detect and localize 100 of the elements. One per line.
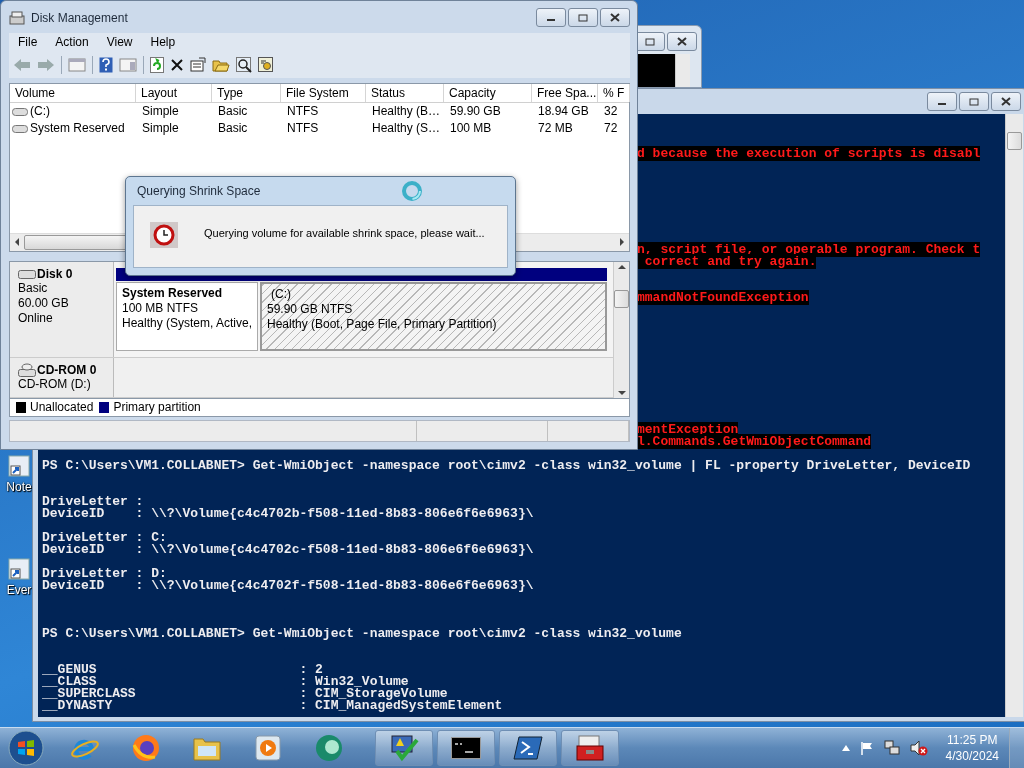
column-header[interactable]: Type (212, 83, 281, 102)
restore-icon (645, 37, 655, 46)
drive-icon (12, 106, 28, 116)
scroll-thumb[interactable] (614, 289, 629, 308)
close-icon (677, 37, 687, 46)
console-text: PS C:\Users\VM1.COLLABNET> Get-WmiObject -namespace root\cimv2 -class win32_volume | FL -property DriveLetter, DeviceID (42, 458, 971, 473)
disk-label-panel[interactable]: Disk 0 Basic 60.00 GB Online (10, 261, 114, 357)
taskbar-button[interactable] (437, 730, 495, 766)
table-cell: 72 (604, 121, 618, 136)
console-area (635, 54, 675, 87)
table-cell: (C:) (30, 104, 50, 119)
clock-date[interactable]: 4/30/2024 (945, 748, 999, 764)
disk-name: CD-ROM 0 (37, 362, 97, 377)
desktop-icon-label[interactable]: Ever (6, 583, 32, 597)
column-header[interactable]: File System (281, 83, 366, 102)
start-button[interactable] (8, 730, 44, 766)
console-text: DeviceID : \\?\Volume{c4c4702b-f508-11ed-8b83-806e6f6e6963}\ (42, 506, 534, 521)
column-header[interactable]: Status (366, 83, 444, 102)
scrollbar[interactable] (1005, 114, 1023, 717)
taskbar-button[interactable] (499, 730, 557, 766)
disk-info: Basic (18, 280, 48, 295)
toolbox-icon (575, 734, 605, 762)
taskbar-button[interactable] (375, 730, 433, 766)
speaker-muted-icon[interactable] (909, 740, 928, 756)
taskbar-button[interactable] (561, 730, 619, 766)
fox-browser-icon[interactable] (131, 733, 161, 763)
table-cell: 18.94 GB (538, 104, 589, 119)
table-cell: Basic (218, 104, 248, 119)
table-cell: 59.90 GB (450, 104, 501, 119)
powershell-icon (513, 735, 543, 761)
scroll-thumb[interactable] (1007, 132, 1022, 150)
flag-icon[interactable] (859, 741, 874, 755)
shortcut-icon[interactable] (8, 455, 30, 477)
table-cell: NTFS (287, 121, 319, 136)
scrollbar[interactable] (675, 54, 690, 87)
disk-name: Disk 0 (37, 266, 73, 281)
folder-icon[interactable] (212, 57, 230, 72)
table-cell: Simple (142, 121, 179, 136)
column-header[interactable]: Layout (136, 83, 212, 102)
close-button[interactable] (600, 8, 630, 28)
caret-up-icon[interactable] (841, 745, 850, 751)
disk-label-panel[interactable]: CD-ROM 0 CD-ROM (D:) (10, 357, 114, 397)
media-player-icon[interactable] (253, 734, 283, 762)
command-prompt-icon (451, 737, 481, 759)
legend-label: Unallocated (30, 400, 94, 415)
magnifier-icon[interactable] (236, 56, 252, 73)
error-text: correct and try again. (637, 254, 817, 269)
dialog-title: Querying Shrink Space (137, 184, 261, 198)
menu-item[interactable]: File (9, 35, 47, 50)
console-text: DriveLetter : (42, 494, 144, 509)
console-text: DeviceID : \\?\Volume{c4c4702f-f508-11ed-8b83-806e6f6e6963}\ (42, 578, 534, 593)
error-text: d because the execution of scripts is disabl (637, 146, 981, 161)
network-icon[interactable] (883, 740, 900, 756)
table-cell: 32 (604, 104, 618, 119)
table-cell: System Reserved (30, 121, 125, 136)
desktop-icon-label[interactable]: Note (6, 480, 32, 494)
restore-icon (578, 13, 588, 22)
table-cell: Healthy (B… (372, 104, 441, 119)
column-header[interactable]: Volume (10, 83, 136, 102)
close-icon (1001, 97, 1011, 106)
menu-item[interactable]: Action (46, 35, 98, 50)
dialog-message: Querying volume for available shrink space, please wait... (204, 227, 485, 239)
table-cell: NTFS (287, 104, 319, 119)
console-text: PS C:\Users\VM1.COLLABNET> Get-WmiObject -namespace root\cimv2 -class win32_volume (42, 626, 682, 641)
column-header[interactable]: Capacity (444, 83, 532, 102)
clock-icon (150, 222, 178, 248)
minimize-button[interactable] (927, 92, 957, 111)
scrollbar[interactable] (613, 261, 629, 398)
console-text: DeviceID : \\?\Volume{c4c4702c-f508-11ed-8b83-806e6f6e6963}\ (42, 542, 534, 557)
menu-item[interactable]: Help (141, 35, 185, 50)
disk-management-icon (9, 10, 25, 25)
table-cell: Simple (142, 104, 179, 119)
disk-info: CD-ROM (D:) (18, 376, 91, 391)
column-header[interactable]: Free Spa... (532, 83, 598, 102)
close-icon (610, 13, 620, 23)
console-text: DriveLetter : C: (42, 530, 167, 545)
computer-check-icon (389, 734, 419, 762)
disk-drive-icon (18, 268, 36, 280)
disk-info: Online (18, 310, 53, 325)
shortcut-icon[interactable] (8, 558, 30, 580)
close-button[interactable] (667, 32, 697, 51)
drive-icon (12, 123, 28, 133)
table-cell: Healthy (S… (372, 121, 441, 136)
console-text: __CLASS : Win32_Volume (42, 674, 409, 689)
close-button[interactable] (991, 92, 1021, 111)
table-cell: 100 MB (450, 121, 492, 136)
busy-spinner-icon (401, 180, 423, 202)
column-header[interactable]: % F (598, 83, 630, 102)
circle-app-icon[interactable] (314, 733, 344, 763)
console-text: __SUPERCLASS : CIM_StorageVolume (42, 686, 448, 701)
cd-drive-icon (18, 362, 36, 377)
help-icon[interactable] (99, 56, 113, 73)
menu-item[interactable]: View (97, 35, 142, 50)
minimize-button[interactable] (536, 8, 566, 28)
restore-icon (969, 97, 979, 106)
window-title: Disk Management (31, 10, 128, 25)
delete-icon[interactable] (170, 57, 184, 72)
error-text: mmandNotFoundException (637, 290, 809, 305)
disk-info: 60.00 GB (18, 295, 69, 310)
console-text: DriveLetter : D: (42, 566, 167, 581)
